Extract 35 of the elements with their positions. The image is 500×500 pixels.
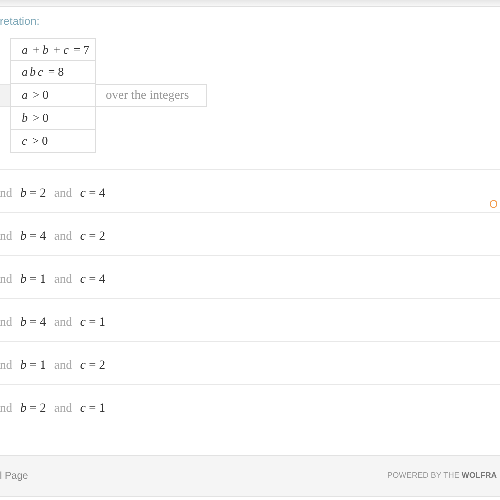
row-highlight [0, 84, 10, 107]
connective-word: and [54, 186, 72, 200]
equation: b = 1 [20, 358, 46, 372]
equation: c = 4 [80, 186, 106, 200]
connective-word: nd [0, 358, 12, 372]
link[interactable]: O [489, 199, 498, 211]
equation: b = 4 [20, 229, 46, 243]
connective-word: nd [0, 401, 12, 415]
connective-word: and [54, 358, 72, 372]
connective-word: nd [0, 315, 12, 329]
equation: b = 2 [20, 401, 46, 415]
equation: b = 2 [20, 186, 46, 200]
equation: c = 2 [80, 229, 106, 243]
powered-by-text: POWERED BY THE WOLFRA [388, 470, 497, 482]
equation: c = 1 [80, 315, 106, 329]
connective-word: and [54, 401, 72, 415]
connective-word: and [54, 229, 72, 243]
connective-word: nd [0, 186, 12, 200]
equation: b = 1 [20, 272, 46, 286]
footer-link[interactable]: l Page [0, 468, 28, 484]
equation: c = 2 [80, 358, 106, 372]
equation: c = 1 [80, 401, 106, 415]
table-cell: a > 0 [10, 84, 96, 107]
table-cell: b > 0 [10, 107, 96, 130]
connective-word: and [54, 315, 72, 329]
connective-word: and [54, 272, 72, 286]
section-heading: retation: [0, 15, 41, 29]
table-cell: c > 0 [10, 130, 96, 153]
equation: b = 4 [20, 315, 46, 329]
connective-word: nd [0, 229, 12, 243]
table-cell: a + b + c = 7 [10, 38, 96, 61]
table-cell: a b c = 8 [10, 61, 96, 84]
equation: c = 4 [80, 272, 106, 286]
table-cell: over the integers [96, 84, 207, 107]
connective-word: nd [0, 272, 12, 286]
